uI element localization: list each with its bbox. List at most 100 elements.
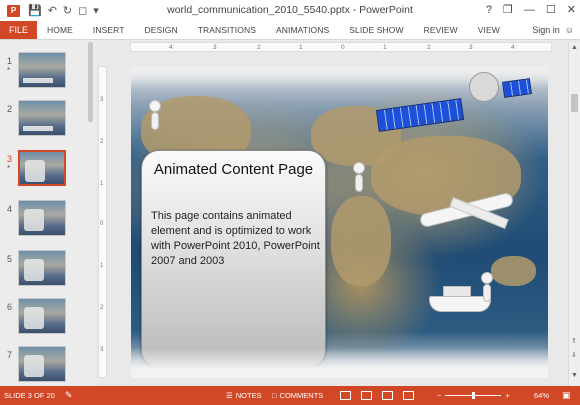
thumbnail-row[interactable]: 7: [0, 346, 96, 386]
comment-icon: □: [272, 391, 277, 400]
comments-button[interactable]: □ COMMENTS: [272, 391, 323, 400]
notes-icon: ☰: [226, 391, 233, 400]
ruler-label: 4: [511, 44, 515, 51]
ruler-label: 1: [100, 181, 104, 187]
thumbnail-number: 5: [7, 254, 13, 264]
previous-slide-icon[interactable]: ⇑: [571, 338, 577, 346]
signin-label[interactable]: Sign in: [532, 21, 560, 40]
next-slide-icon[interactable]: ⇓: [571, 352, 577, 360]
ruler-label: 3: [469, 44, 473, 51]
slide-title[interactable]: Animated Content Page: [142, 161, 325, 178]
ruler-label: 1: [299, 44, 303, 51]
minimize-button[interactable]: —: [524, 2, 535, 18]
zoom-slider[interactable]: − +: [437, 391, 510, 400]
slide-thumbnail-pane: 1 * 2 3 * 4 5 6 7: [0, 40, 96, 386]
reading-view-icon[interactable]: [382, 391, 393, 400]
tab-insert[interactable]: INSERT: [83, 21, 135, 39]
tab-slide-show[interactable]: SLIDE SHOW: [339, 21, 413, 39]
zoom-percent[interactable]: 64%: [534, 391, 549, 400]
ribbon-display-button[interactable]: ❐: [503, 2, 513, 18]
vertical-ruler: 3 2 1 0 1 2 3: [98, 66, 107, 378]
powerpoint-window: P 💾 ↶ ↻ ◻ ▾ world_communication_2010_554…: [0, 0, 580, 405]
thumbnail-number: 6: [7, 302, 13, 312]
slide-thumbnail[interactable]: [18, 250, 66, 286]
editor-vertical-scrollbar[interactable]: ▲ ⇑ ⇓ ▼: [568, 42, 580, 386]
ruler-label: 1: [383, 44, 387, 51]
animation-star-icon: *: [7, 164, 11, 173]
zoom-in-button[interactable]: +: [505, 391, 509, 400]
slide-body-text[interactable]: This page contains animated element and …: [151, 209, 323, 269]
thumbnail-number: 7: [7, 350, 13, 360]
window-controls: ? ❐ — ☐ ✕: [486, 2, 576, 18]
tab-animations[interactable]: ANIMATIONS: [266, 21, 339, 39]
slide-show-icon[interactable]: [403, 391, 414, 400]
tab-review[interactable]: REVIEW: [414, 21, 468, 39]
notes-button[interactable]: ☰ NOTES: [226, 391, 262, 400]
thumbnail-number: 3: [7, 154, 13, 164]
status-bar: SLIDE 3 OF 20 ✎ ☰ NOTES □ COMMENTS − + 6…: [0, 386, 580, 405]
ruler-label: 3: [213, 44, 217, 51]
satellite-panel-small: [502, 78, 532, 98]
tab-view[interactable]: VIEW: [468, 21, 510, 39]
content-text-box[interactable]: Animated Content Page This page contains…: [141, 150, 326, 368]
slide-thumbnail[interactable]: [18, 298, 66, 334]
thumbnail-row[interactable]: 6: [0, 298, 96, 346]
tab-design[interactable]: DESIGN: [135, 21, 188, 39]
satellite-dish-icon: [469, 72, 499, 102]
cloud-band-bottom: [131, 348, 548, 378]
thumbnail-row[interactable]: 5: [0, 250, 96, 298]
notes-label: NOTES: [235, 391, 262, 400]
thumbnail-row[interactable]: 1 *: [0, 52, 96, 100]
thumbnail-row-selected[interactable]: 3 *: [0, 150, 96, 198]
slide-sorter-icon[interactable]: [361, 391, 372, 400]
zoom-track[interactable]: [445, 392, 502, 399]
slide-thumbnail[interactable]: [18, 100, 66, 136]
spell-check-icon[interactable]: ✎: [65, 390, 73, 401]
animation-star-icon: *: [7, 66, 11, 75]
scrollbar-thumb[interactable]: [571, 94, 578, 112]
tab-home[interactable]: HOME: [37, 21, 83, 39]
slide-thumbnail-selected[interactable]: [18, 150, 66, 186]
comments-label: COMMENTS: [279, 391, 324, 400]
tab-transitions[interactable]: TRANSITIONS: [188, 21, 266, 39]
thumbnail-scrollbar[interactable]: [88, 42, 93, 122]
ruler-label: 2: [427, 44, 431, 51]
ruler-label: 2: [100, 305, 104, 311]
satellite-panel: [375, 98, 465, 132]
maximize-button[interactable]: ☐: [546, 2, 556, 18]
ruler-label: 1: [100, 263, 104, 269]
thumbnail-number: 2: [7, 104, 13, 114]
scroll-down-icon[interactable]: ▼: [571, 372, 578, 379]
ruler-label: 4: [169, 44, 173, 51]
horizontal-ruler: 4 3 2 1 0 1 2 3 4: [130, 42, 552, 52]
help-button[interactable]: ?: [486, 2, 492, 18]
boat-image: [429, 296, 491, 312]
thumbnail-row[interactable]: 4: [0, 200, 96, 248]
view-buttons: [340, 391, 414, 400]
signin-area[interactable]: Sign in ☺: [532, 21, 574, 40]
zoom-out-button[interactable]: −: [437, 391, 441, 400]
close-button[interactable]: ✕: [567, 2, 576, 18]
smiley-icon[interactable]: ☺: [565, 21, 574, 40]
ruler-label: 3: [100, 347, 104, 353]
slide-thumbnail[interactable]: [18, 200, 66, 236]
slide-canvas[interactable]: Animated Content Page This page contains…: [131, 66, 548, 378]
thumbnail-number: 4: [7, 204, 13, 214]
continent-africa: [331, 196, 391, 286]
slide-thumbnail[interactable]: [18, 52, 66, 88]
ruler-label: 0: [341, 44, 345, 51]
normal-view-icon[interactable]: [340, 391, 351, 400]
ruler-label: 2: [100, 139, 104, 145]
scroll-up-icon[interactable]: ▲: [571, 44, 578, 51]
continent-australia: [491, 256, 536, 286]
fit-slide-icon[interactable]: ▣: [562, 390, 571, 401]
title-bar: P 💾 ↶ ↻ ◻ ▾ world_communication_2010_554…: [0, 0, 580, 21]
slide-thumbnail[interactable]: [18, 346, 66, 382]
thumbnail-row[interactable]: 2: [0, 100, 96, 148]
ruler-label: 3: [100, 97, 104, 103]
slide-indicator: SLIDE 3 OF 20: [4, 391, 55, 400]
ruler-label: 0: [100, 221, 104, 227]
tab-file[interactable]: FILE: [0, 21, 37, 39]
ruler-label: 2: [257, 44, 261, 51]
zoom-knob[interactable]: [472, 392, 476, 399]
